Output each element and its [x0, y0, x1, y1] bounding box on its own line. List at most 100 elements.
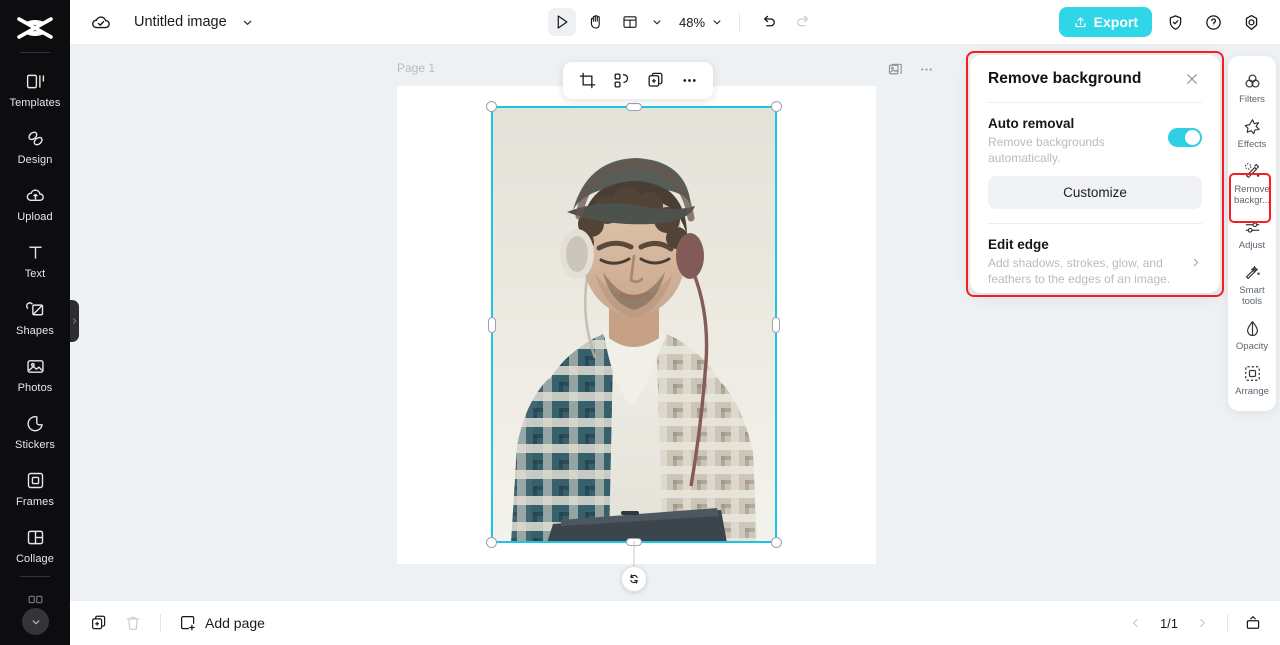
- add-page-label: Add page: [205, 615, 265, 631]
- rail-item-label: Filters: [1239, 94, 1265, 105]
- sidebar-collapse-button[interactable]: [22, 608, 49, 635]
- resize-handle-bottom-left[interactable]: [486, 537, 497, 548]
- panel-title: Remove background: [988, 69, 1142, 87]
- rail-item-opacity[interactable]: Opacity: [1228, 312, 1276, 357]
- hand-tool-button[interactable]: [582, 8, 610, 36]
- sidebar-item-shapes[interactable]: Shapes: [0, 289, 70, 346]
- redo-button[interactable]: [789, 8, 817, 36]
- rail-item-arrange[interactable]: Arrange: [1228, 357, 1276, 402]
- add-page-button[interactable]: Add page: [173, 610, 271, 636]
- export-button[interactable]: Export: [1058, 7, 1152, 37]
- arrange-icon: [1242, 363, 1262, 383]
- rail-item-remove-background[interactable]: Remove backgr...: [1228, 155, 1276, 211]
- sidebar-expand-handle[interactable]: [70, 300, 79, 342]
- resize-handle-top-right[interactable]: [771, 101, 782, 112]
- auto-removal-toggle[interactable]: [1168, 128, 1202, 147]
- edit-edge-text: Edit edge Add shadows, strokes, glow, an…: [988, 237, 1178, 287]
- resize-handle-right[interactable]: [772, 316, 780, 333]
- text-icon: [24, 242, 46, 264]
- next-page-button[interactable]: [1189, 610, 1215, 636]
- prev-page-button[interactable]: [1123, 610, 1149, 636]
- top-toolbar: Untitled image 48% Export: [70, 0, 1280, 45]
- layout-tool-button[interactable]: [616, 8, 644, 36]
- sidebar-item-upload[interactable]: Upload: [0, 175, 70, 232]
- close-x-icon[interactable]: [1182, 69, 1202, 89]
- sidebar-item-design[interactable]: Design: [0, 118, 70, 175]
- left-sidebar: Templates Design Upload Text Shapes Phot…: [0, 0, 70, 645]
- cutout-button[interactable]: [606, 66, 636, 95]
- sidebar-item-text[interactable]: Text: [0, 232, 70, 289]
- document-title[interactable]: Untitled image: [134, 14, 227, 30]
- capcut-logo-icon[interactable]: [13, 10, 57, 46]
- resize-handle-left[interactable]: [488, 316, 496, 333]
- sidebar-item-label: Upload: [17, 210, 53, 223]
- edit-edge-description: Add shadows, strokes, glow, and feathers…: [988, 256, 1171, 286]
- rail-item-label: Remove backgr...: [1234, 184, 1270, 206]
- sidebar-item-label: Design: [17, 153, 53, 166]
- cloud-check-icon[interactable]: [90, 11, 112, 33]
- shield-check-icon[interactable]: [1160, 7, 1190, 37]
- rail-item-label: Opacity: [1235, 341, 1269, 352]
- resize-handle-bottom[interactable]: [626, 538, 642, 546]
- bottom-right-group: 1/1: [1123, 610, 1266, 636]
- rail-item-smart-tools[interactable]: Smart tools: [1228, 256, 1276, 312]
- zoom-control[interactable]: 48%: [676, 15, 724, 30]
- selected-image-object[interactable]: [491, 106, 777, 543]
- resize-handle-bottom-right[interactable]: [771, 537, 782, 548]
- duplicate-button[interactable]: [640, 66, 670, 95]
- sidebar-divider: [20, 576, 50, 577]
- auto-removal-description: Remove backgrounds automatically.: [988, 135, 1105, 165]
- panel-header: Remove background: [988, 55, 1202, 102]
- sidebar-item-label: Templates: [9, 96, 61, 109]
- sidebar-item-templates[interactable]: Templates: [0, 61, 70, 118]
- resize-handle-top-left[interactable]: [486, 101, 497, 112]
- edit-edge-section[interactable]: Edit edge Add shadows, strokes, glow, an…: [988, 224, 1202, 287]
- undo-button[interactable]: [755, 8, 783, 36]
- sidebar-item-label: Frames: [16, 495, 54, 508]
- settings-gear-icon[interactable]: [1236, 7, 1266, 37]
- select-tool-button[interactable]: [548, 8, 576, 36]
- sidebar-item-collage[interactable]: Collage: [0, 517, 70, 574]
- chevron-down-icon[interactable]: [240, 15, 255, 30]
- filters-icon: [1242, 71, 1262, 91]
- zoom-level-value: 48%: [679, 14, 706, 30]
- rotate-icon[interactable]: [621, 566, 647, 592]
- collage-icon: [24, 527, 46, 549]
- frames-icon: [24, 470, 46, 492]
- page-thumbnail-button[interactable]: [887, 61, 904, 78]
- delete-page-button[interactable]: [118, 608, 148, 638]
- remove-background-icon: [1242, 161, 1262, 181]
- opacity-drop-icon: [1242, 318, 1262, 338]
- auto-removal-title: Auto removal: [988, 116, 1075, 131]
- customize-button[interactable]: Customize: [988, 176, 1202, 209]
- resize-handle-top[interactable]: [626, 103, 642, 111]
- right-tool-rail: Filters Effects Remove backgr... Adjust …: [1228, 56, 1276, 411]
- more-options-button[interactable]: [674, 66, 704, 95]
- effects-sparkle-icon: [1242, 116, 1262, 136]
- rail-item-effects[interactable]: Effects: [1228, 110, 1276, 155]
- rail-item-adjust[interactable]: Adjust: [1228, 211, 1276, 256]
- adjust-sliders-icon: [1242, 217, 1262, 237]
- toggle-knob: [1185, 130, 1200, 145]
- page-more-button[interactable]: [918, 61, 935, 78]
- bottom-left-group: Add page: [84, 608, 271, 638]
- present-button[interactable]: [1240, 610, 1266, 636]
- bottom-toolbar: Add page 1/1: [70, 600, 1280, 645]
- chevron-right-icon[interactable]: [1188, 256, 1202, 269]
- app-root: Templates Design Upload Text Shapes Phot…: [0, 0, 1280, 645]
- sidebar-item-stickers[interactable]: Stickers: [0, 403, 70, 460]
- question-circle-icon[interactable]: [1198, 7, 1228, 37]
- canvas-corner-icons: [887, 61, 935, 78]
- stickers-icon: [24, 413, 46, 435]
- toolbar-divider: [739, 13, 741, 31]
- duplicate-page-button[interactable]: [84, 608, 114, 638]
- sidebar-divider: [20, 52, 50, 53]
- rail-item-filters[interactable]: Filters: [1228, 65, 1276, 110]
- sidebar-item-photos[interactable]: Photos: [0, 346, 70, 403]
- sidebar-item-frames[interactable]: Frames: [0, 460, 70, 517]
- zoom-caret-icon[interactable]: [710, 15, 724, 29]
- canvas-tool-group: 48%: [548, 8, 817, 36]
- topbar-right-group: Export: [1058, 7, 1266, 37]
- layout-caret-icon[interactable]: [650, 15, 664, 29]
- crop-button[interactable]: [572, 66, 602, 95]
